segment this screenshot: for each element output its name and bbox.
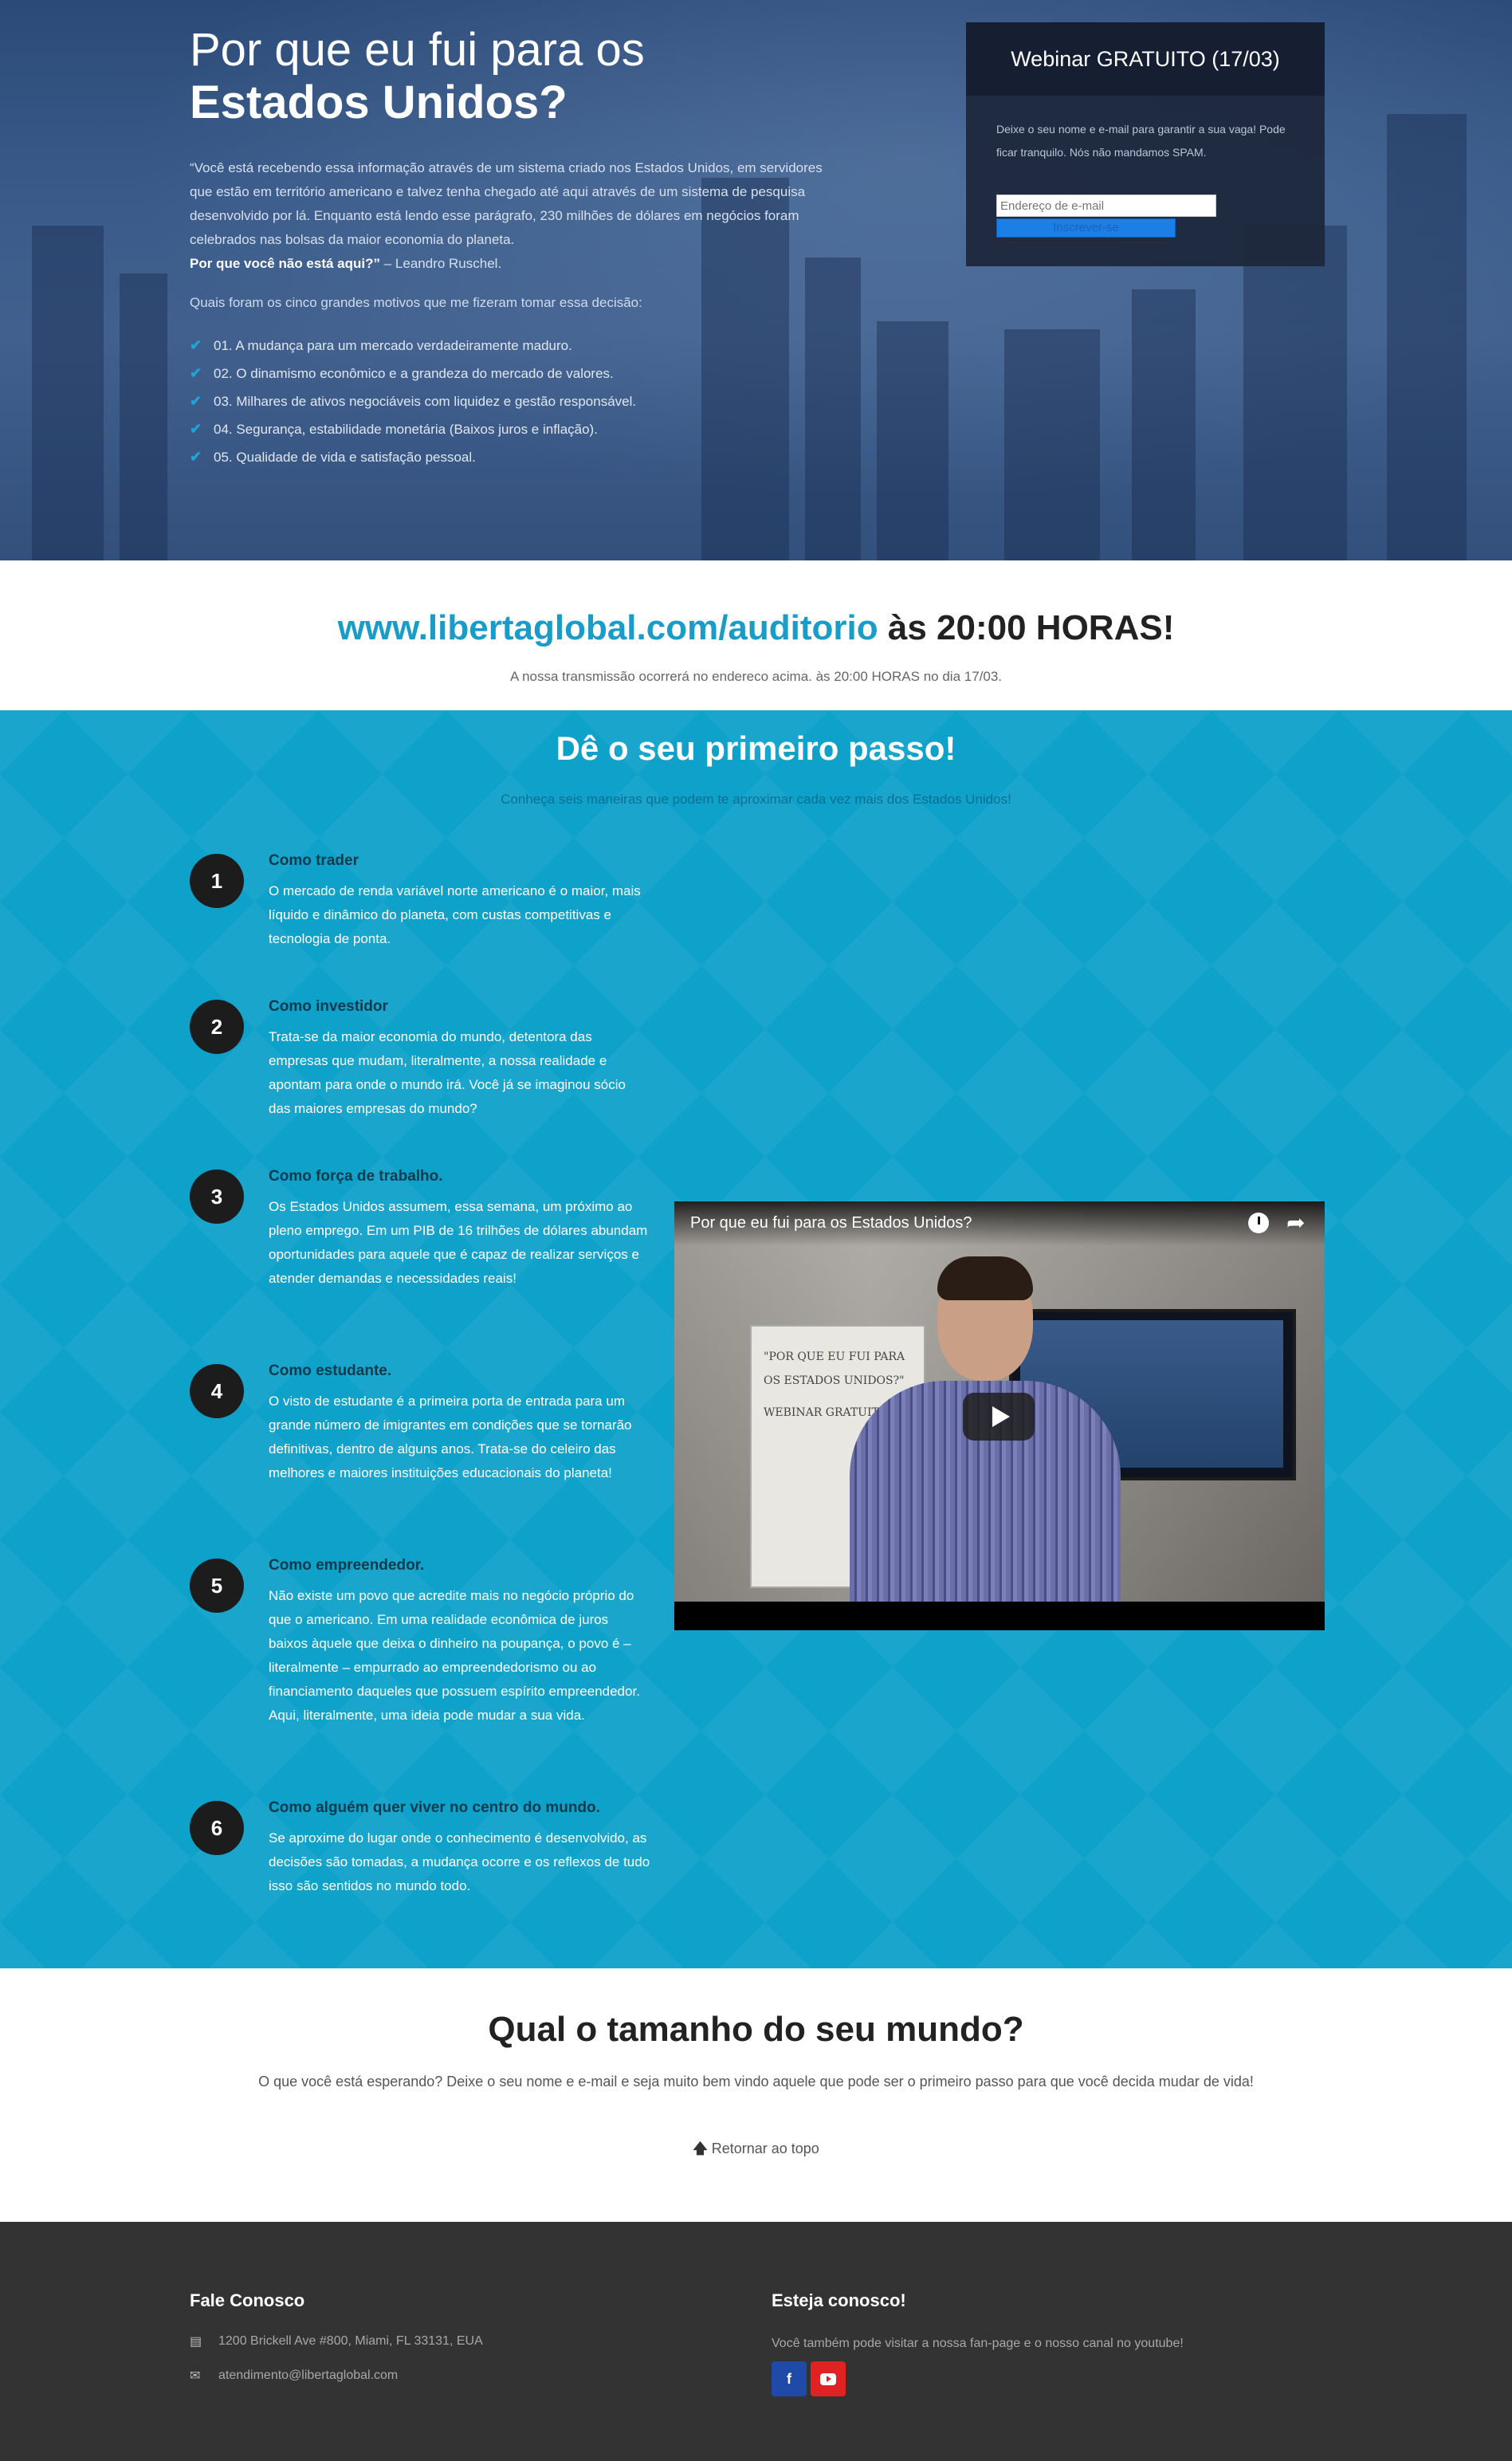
- hero-quote: “Você está recebendo essa informação atr…: [190, 156, 827, 276]
- social-title: Esteja conosco!: [772, 2290, 906, 2310]
- check-icon: ✔: [190, 449, 202, 465]
- step-text: Os Estados Unidos assumem, essa semana, …: [269, 1199, 648, 1286]
- webinar-title: Webinar GRATUITO (17/03): [966, 22, 1325, 96]
- hero-section: Por que eu fui para os Estados Unidos? “…: [0, 0, 1512, 560]
- envelope-icon: ✉: [190, 2369, 201, 2383]
- presenter: [810, 1256, 1145, 1630]
- hero-quote-text: “Você está recebendo essa informação atr…: [190, 160, 823, 247]
- arrow-up-icon: 🡅: [693, 2141, 708, 2156]
- step-title: Como trader: [269, 852, 359, 869]
- step-number: 6: [190, 1801, 244, 1855]
- broadcast-url-link[interactable]: www.libertaglobal.com/auditorio: [338, 608, 878, 647]
- reasons-list: ✔ 01. A mudança para um mercado verdadeir…: [190, 332, 827, 471]
- step-text: Trata-se da maior economia do mundo, det…: [269, 1029, 626, 1116]
- step-number: 1: [190, 854, 244, 908]
- watch-later-icon[interactable]: [1248, 1213, 1269, 1233]
- check-icon: ✔: [190, 421, 202, 437]
- video-player[interactable]: "POR QUE EU FUI PARA OS ESTADOS UNIDOS?"…: [674, 1201, 1325, 1630]
- reason-item: ✔ 01. A mudança para um mercado verdadeir…: [190, 332, 827, 360]
- reason-item: ✔ 02. O dinamismo econômico e a grandeza …: [190, 360, 827, 387]
- webinar-description: Deixe o seu nome e e-mail para garantir …: [996, 123, 1286, 159]
- reason-item: ✔ 04. Segurança, estabilidade monetária (…: [190, 415, 827, 443]
- hero-content: Por que eu fui para os Estados Unidos? “…: [190, 24, 827, 471]
- broadcast-section: www.libertaglobal.com/auditorio às 20:00…: [0, 560, 1512, 710]
- hero-title-line2: Estados Unidos?: [190, 77, 567, 128]
- step-number: 3: [190, 1170, 244, 1224]
- hero-question: Quais foram os cinco grandes motivos que…: [190, 295, 642, 310]
- world-text: O que você está esperando? Deixe o seu n…: [258, 2074, 1254, 2089]
- webinar-signup-box: Webinar GRATUITO (17/03) Deixe o seu nom…: [966, 22, 1325, 266]
- social-text: Você também pode visitar a nossa fan-pag…: [772, 2337, 1184, 2350]
- email-item[interactable]: ✉ atendimento@libertaglobal.com: [190, 2368, 398, 2384]
- step-number: 4: [190, 1364, 244, 1418]
- youtube-icon[interactable]: [811, 2361, 846, 2396]
- video-title-link[interactable]: Por que eu fui para os Estados Unidos?: [690, 1214, 972, 1232]
- reason-item: ✔ 05. Qualidade de vida e satisfação pess…: [190, 443, 827, 471]
- hero-quote-question: Por que você não está aqui?”: [190, 256, 381, 271]
- check-icon: ✔: [190, 337, 202, 353]
- check-icon: ✔: [190, 393, 202, 409]
- step-text: O mercado de renda variável norte americ…: [269, 883, 641, 946]
- share-icon[interactable]: ➦: [1286, 1209, 1305, 1236]
- step-text: O visto de estudante é a primeira porta …: [269, 1394, 632, 1480]
- contact-title: Fale Conosco: [190, 2290, 305, 2310]
- hero-title-line1: Por que eu fui para os: [190, 24, 645, 76]
- location-icon: ▤: [190, 2335, 202, 2349]
- address-item: ▤ 1200 Brickell Ave #800, Miami, FL 3313…: [190, 2334, 483, 2349]
- broadcast-note: A nossa transmissão ocorrerá no endereco…: [509, 669, 1003, 684]
- facebook-icon[interactable]: f: [772, 2361, 807, 2396]
- step-title: Como força de trabalho.: [269, 1168, 443, 1185]
- steps-subtitle: Conheça seis maneiras que podem te aprox…: [501, 792, 1011, 807]
- world-section: Qual o tamanho do seu mundo? O que você …: [0, 1968, 1512, 2222]
- check-icon: ✔: [190, 365, 202, 381]
- world-title: Qual o tamanho do seu mundo?: [488, 2010, 1024, 2049]
- back-to-top-link[interactable]: 🡅 Retornar ao topo: [0, 2139, 1512, 2163]
- broadcast-heading: www.libertaglobal.com/auditorio às 20:00…: [0, 608, 1512, 648]
- step-title: Como estudante.: [269, 1362, 392, 1379]
- play-button[interactable]: [963, 1393, 1035, 1441]
- step-title: Como investidor: [269, 998, 388, 1015]
- broadcast-time: às 20:00 HORAS!: [878, 608, 1175, 647]
- step-title: Como alguém quer viver no centro do mund…: [269, 1799, 600, 1816]
- step-title: Como empreendedor.: [269, 1557, 425, 1574]
- footer: Fale Conosco ▤ 1200 Brickell Ave #800, M…: [0, 2222, 1512, 2461]
- back-to-top-label: Retornar ao topo: [711, 2141, 819, 2156]
- hero-quote-author: – Leandro Ruschel.: [380, 256, 502, 271]
- subscribe-button[interactable]: Inscrever-se: [996, 218, 1176, 238]
- step-text: Se aproxime do lugar onde o conhecimento…: [269, 1830, 650, 1893]
- step-number: 5: [190, 1559, 244, 1613]
- step-text: Não existe um povo que acredite mais no …: [269, 1588, 640, 1723]
- email-field[interactable]: [996, 195, 1216, 217]
- step-number: 2: [190, 1000, 244, 1054]
- steps-title: Dê o seu primeiro passo!: [556, 729, 956, 767]
- reason-item: ✔ 03. Milhares de ativos negociáveis com …: [190, 387, 827, 415]
